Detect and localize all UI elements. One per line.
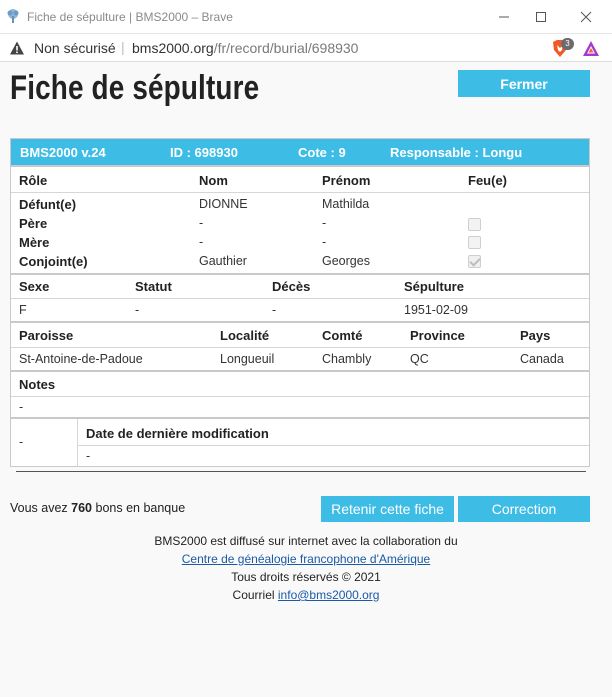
divider (11, 370, 589, 372)
person-nom: Gauthier (199, 254, 247, 268)
value-province: QC (410, 352, 429, 366)
shields-count-badge: 3 (561, 38, 574, 50)
divider (78, 445, 589, 446)
col-header-paroisse: Paroisse (19, 328, 74, 343)
email-prefix: Courriel (232, 588, 278, 602)
modification-left-value: - (19, 435, 24, 449)
feu-checkbox-pere[interactable] (468, 218, 481, 231)
record-responsible: Responsable : Longu (390, 145, 523, 160)
col-header-statut: Statut (135, 279, 172, 294)
divider (11, 321, 589, 323)
url-host: bms2000.org (132, 40, 214, 56)
window-title: Fiche de sépulture | BMS2000 – Brave (27, 10, 233, 24)
close-record-button[interactable]: Fermer (458, 70, 590, 97)
minimize-button[interactable] (490, 6, 518, 28)
maximize-icon (536, 12, 546, 22)
value-localite: Longueuil (220, 352, 275, 366)
brave-rewards-icon[interactable] (582, 40, 600, 57)
balance-prefix: Vous avez (10, 501, 72, 515)
value-statut: - (135, 303, 140, 317)
col-header-prenom: Prénom (322, 173, 371, 188)
window-close-button[interactable] (572, 6, 600, 28)
footer-rights: Tous droits réservés © 2021 (231, 570, 381, 584)
notes-label: Notes (19, 377, 56, 392)
person-prenom: Georges (322, 254, 370, 268)
col-header-deces: Décès (272, 279, 311, 294)
value-deces: - (272, 303, 277, 317)
divider (11, 396, 589, 397)
keep-record-button[interactable]: Retenir cette fiche (321, 496, 454, 522)
balance-suffix: bons en banque (92, 501, 186, 515)
divider (11, 347, 589, 348)
person-nom: - (199, 235, 204, 249)
person-role: Défunt(e) (19, 197, 77, 212)
col-header-feu: Feu(e) (468, 173, 507, 188)
person-role: Père (19, 216, 48, 231)
col-header-province: Province (410, 328, 465, 343)
bank-balance: Vous avez 760 bons en banque (10, 501, 185, 515)
url-text[interactable]: bms2000.org/fr/record/burial/698930 (132, 40, 358, 56)
person-role: Mère (19, 235, 50, 250)
footer-collab-text: BMS2000 est diffusé sur internet avec la… (154, 534, 458, 548)
record-cote: Cote : 9 (298, 145, 346, 160)
col-header-sepulture: Sépulture (404, 279, 464, 294)
partner-link[interactable]: Centre de généalogie francophone d'Améri… (182, 552, 430, 566)
record-header-bar: BMS2000 v.24 ID : 698930 Cote : 9 Respon… (11, 139, 589, 165)
app-tree-icon (7, 9, 19, 23)
modification-label: Date de dernière modification (86, 426, 269, 441)
person-nom: DIONNE (199, 197, 248, 211)
minimize-icon (499, 16, 509, 18)
person-prenom: Mathilda (322, 197, 370, 211)
col-header-role: Rôle (19, 173, 48, 188)
divider (11, 298, 589, 299)
divider (11, 273, 589, 275)
value-pays: Canada (520, 352, 564, 366)
warning-icon[interactable] (9, 40, 25, 56)
email-link[interactable]: info@bms2000.org (278, 588, 380, 602)
person-prenom: - (322, 216, 327, 230)
value-sexe: F (19, 303, 27, 317)
balance-amount: 760 (71, 501, 93, 515)
col-header-comte: Comté (322, 328, 363, 343)
notes-value: - (19, 400, 24, 414)
col-header-sexe: Sexe (19, 279, 50, 294)
person-nom: - (199, 216, 204, 230)
burial-record: BMS2000 v.24 ID : 698930 Cote : 9 Respon… (10, 138, 590, 467)
col-header-pays: Pays (520, 328, 551, 343)
person-role: Conjoint(e) (19, 254, 88, 269)
divider (11, 417, 589, 419)
person-prenom: - (322, 235, 327, 249)
page-title: Fiche de sépulture (10, 69, 260, 107)
section-divider (16, 471, 586, 472)
feu-checkbox-mere[interactable] (468, 236, 481, 249)
feu-checkbox-conjoint[interactable] (468, 255, 481, 268)
col-header-localite: Localité (220, 328, 270, 343)
correction-button[interactable]: Correction (458, 496, 590, 522)
value-paroisse: St-Antoine-de-Padoue (19, 352, 143, 366)
window-titlebar: Fiche de sépulture | BMS2000 – Brave (0, 0, 612, 34)
address-bar[interactable]: Non sécurisé | bms2000.org/fr/record/bur… (0, 34, 612, 62)
value-sepulture: 1951-02-09 (404, 303, 468, 317)
record-id: ID : 698930 (170, 145, 238, 160)
col-header-nom: Nom (199, 173, 228, 188)
divider (11, 192, 589, 193)
divider (11, 165, 589, 167)
address-separator: | (121, 39, 125, 55)
divider (77, 419, 78, 466)
value-comte: Chambly (322, 352, 372, 366)
close-icon (580, 11, 592, 23)
modification-value: - (86, 449, 91, 463)
security-status[interactable]: Non sécurisé (34, 40, 116, 56)
maximize-button[interactable] (527, 6, 555, 28)
url-path: /fr/record/burial/698930 (213, 40, 359, 56)
page-footer: BMS2000 est diffusé sur internet avec la… (0, 532, 612, 604)
record-version: BMS2000 v.24 (20, 145, 106, 160)
